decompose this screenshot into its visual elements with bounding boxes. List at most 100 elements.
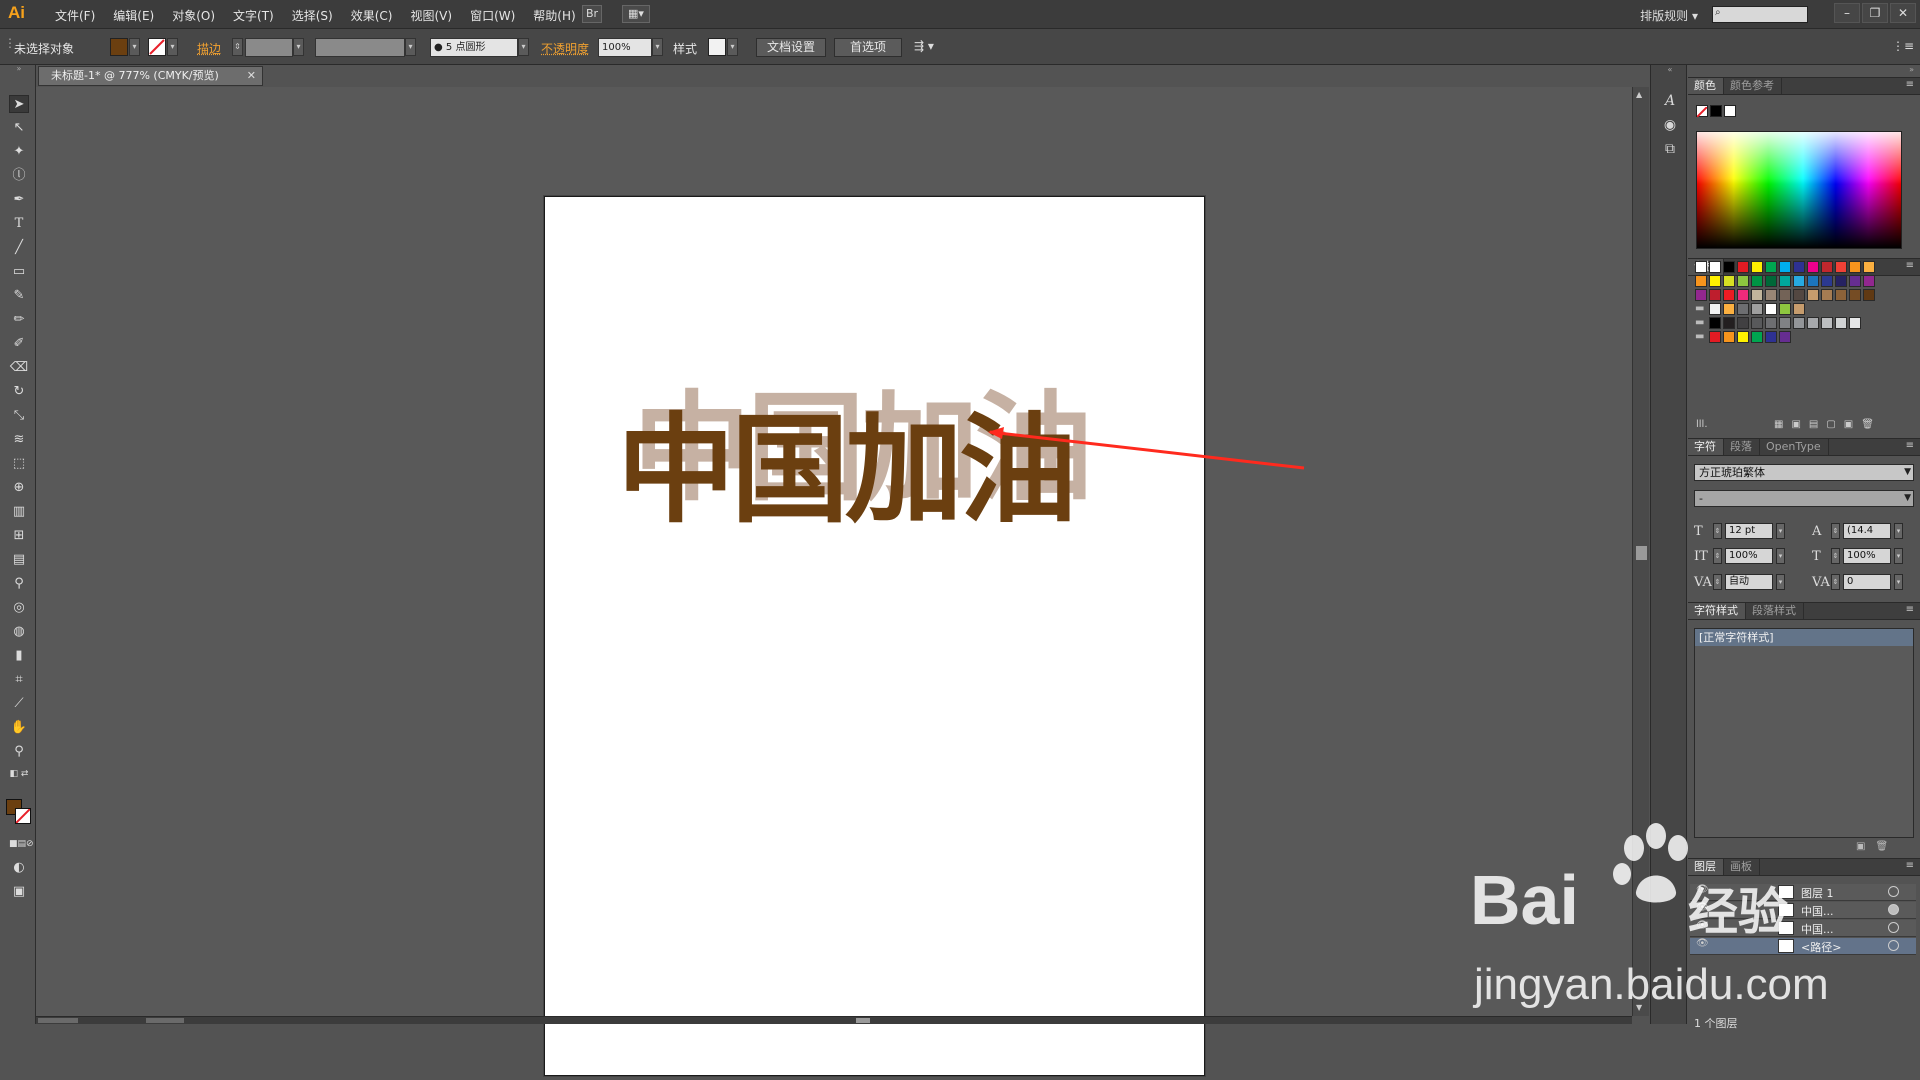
menu-file[interactable]: 文件(F) [46, 7, 104, 24]
document-tab[interactable]: 未标题-1* @ 777% (CMYK/预览) ✕ [38, 66, 263, 86]
dock-expand-icon[interactable]: « [1660, 65, 1680, 75]
layer-target-icon[interactable] [1888, 886, 1899, 897]
menu-type[interactable]: 文字(T) [224, 7, 283, 24]
character-panel-menu-icon[interactable]: ≡ [1906, 440, 1914, 451]
horizontal-scroll-thumb[interactable] [856, 1018, 870, 1023]
color-panel-menu-icon[interactable]: ≡ [1906, 79, 1914, 90]
kerning-input[interactable]: 自动 [1725, 574, 1773, 590]
tab-paragraph-styles[interactable]: 段落样式 [1746, 603, 1804, 619]
screen-mode-icon[interactable]: ▣ [9, 883, 29, 901]
color-swatch[interactable] [1793, 317, 1805, 329]
drawing-modes-icon[interactable]: ◐ [9, 859, 29, 877]
stroke-weight-input[interactable] [245, 38, 293, 57]
hand-tool-icon[interactable]: ✋ [9, 719, 29, 737]
align-options-icon[interactable]: ⇶ ▾ [914, 39, 934, 58]
color-spectrum[interactable] [1696, 131, 1902, 249]
shape-builder-tool-icon[interactable]: ⊕ [9, 479, 29, 497]
color-swatch[interactable] [1751, 303, 1763, 315]
color-swatch[interactable] [1765, 289, 1777, 301]
opacity-input[interactable]: 100% [598, 38, 652, 57]
color-swatch[interactable] [1765, 331, 1777, 343]
workspace-switcher[interactable]: 排版规则 ▾ [1640, 7, 1698, 24]
color-swatch[interactable] [1807, 317, 1819, 329]
help-search-input[interactable]: ⌕ [1712, 6, 1808, 23]
zoom-field[interactable] [38, 1018, 78, 1023]
color-swatch[interactable] [1765, 275, 1777, 287]
color-swatch[interactable] [1751, 261, 1763, 273]
blend-tool-icon[interactable]: ◎ [9, 599, 29, 617]
vertical-scale-dropdown[interactable]: ▾ [1776, 548, 1785, 564]
color-swatch[interactable] [1793, 289, 1805, 301]
tab-paragraph[interactable]: 段落 [1724, 439, 1760, 455]
color-swatch[interactable] [1709, 275, 1721, 287]
layer-target-icon[interactable] [1888, 922, 1899, 933]
color-swatch[interactable] [1821, 261, 1833, 273]
horizontal-scale-dropdown[interactable]: ▾ [1894, 548, 1903, 564]
color-swatch[interactable] [1779, 275, 1791, 287]
symbol-sprayer-tool-icon[interactable]: ◍ [9, 623, 29, 641]
brush-definition[interactable]: ● 5 点圆形 [430, 38, 518, 57]
variable-width-profile[interactable] [315, 38, 405, 57]
color-swatch[interactable] [1793, 275, 1805, 287]
color-swatch[interactable] [1835, 261, 1847, 273]
color-swatch[interactable] [1737, 331, 1749, 343]
tracking-input[interactable]: 0 [1843, 574, 1891, 590]
stroke-panel-link[interactable]: 描边 [197, 40, 221, 59]
color-swatch[interactable] [1779, 289, 1791, 301]
font-family-dropdown[interactable]: 方正琥珀繁体 ▼ [1694, 464, 1914, 481]
color-mode-buttons-icon[interactable]: ■▤⊘ [9, 835, 34, 853]
tools-collapse-icon[interactable]: » [9, 65, 29, 73]
lasso-tool-icon[interactable]: ⓛ [9, 167, 29, 185]
warp-tool-icon[interactable]: ≋ [9, 431, 29, 449]
tracking-stepper[interactable]: ⇕ [1831, 574, 1840, 590]
color-swatch[interactable] [1863, 261, 1875, 273]
color-swatch[interactable] [1709, 261, 1721, 273]
graphic-style-dropdown[interactable]: ▾ [727, 38, 738, 56]
color-swatch[interactable] [1793, 261, 1805, 273]
tab-character-styles[interactable]: 字符样式 [1688, 603, 1746, 619]
swatch-group-folder-icon[interactable]: ▬ [1695, 331, 1704, 342]
zoom-tool-icon[interactable]: ⚲ [9, 743, 29, 761]
color-swatch[interactable] [1723, 275, 1735, 287]
color-swatch[interactable] [1751, 317, 1763, 329]
color-swatch[interactable] [1807, 261, 1819, 273]
artboard-tool-icon[interactable]: ⌗ [9, 671, 29, 689]
color-swatch[interactable] [1779, 303, 1791, 315]
arrange-documents-button[interactable]: ▦▾ [622, 5, 650, 23]
menu-effect[interactable]: 效果(C) [342, 7, 402, 24]
vertical-scroll-thumb[interactable] [1636, 546, 1647, 560]
black-color-swatch[interactable] [1710, 105, 1722, 117]
color-swatch[interactable] [1765, 303, 1777, 315]
tab-color[interactable]: 颜色 [1688, 78, 1724, 94]
leading-dropdown[interactable]: ▾ [1894, 523, 1903, 539]
color-swatch[interactable] [1751, 275, 1763, 287]
fill-dropdown[interactable]: ▾ [129, 38, 140, 56]
scale-tool-icon[interactable]: ⤡ [9, 407, 29, 425]
minimize-button[interactable]: – [1834, 3, 1860, 23]
color-swatch[interactable] [1849, 275, 1861, 287]
menu-window[interactable]: 窗口(W) [461, 7, 524, 24]
none-color-swatch[interactable] [1696, 105, 1708, 118]
kerning-stepper[interactable]: ⇕ [1713, 574, 1722, 590]
horizontal-scrollbar[interactable] [36, 1016, 1632, 1024]
color-swatch[interactable] [1835, 275, 1847, 287]
color-swatch[interactable] [1821, 275, 1833, 287]
font-size-dropdown[interactable]: ▾ [1776, 523, 1785, 539]
color-swatch[interactable] [1723, 317, 1735, 329]
menu-view[interactable]: 视图(V) [401, 7, 461, 24]
menu-edit[interactable]: 编辑(E) [104, 7, 163, 24]
color-swatch[interactable] [1737, 317, 1749, 329]
leading-input[interactable]: (14.4 [1843, 523, 1891, 539]
line-tool-icon[interactable]: ╱ [9, 239, 29, 257]
document-setup-button[interactable]: 文档设置 [756, 38, 826, 57]
tracking-dropdown[interactable]: ▾ [1894, 574, 1903, 590]
rectangle-tool-icon[interactable]: ▭ [9, 263, 29, 281]
slice-tool-icon[interactable]: ⟋ [9, 695, 29, 713]
color-swatch[interactable] [1849, 261, 1861, 273]
restore-button[interactable]: ❐ [1862, 3, 1888, 23]
horizontal-scale-input[interactable]: 100% [1843, 548, 1891, 564]
color-swatch[interactable] [1709, 317, 1721, 329]
color-swatch[interactable] [1723, 303, 1735, 315]
color-swatch[interactable] [1793, 303, 1805, 315]
color-swatch[interactable] [1821, 289, 1833, 301]
